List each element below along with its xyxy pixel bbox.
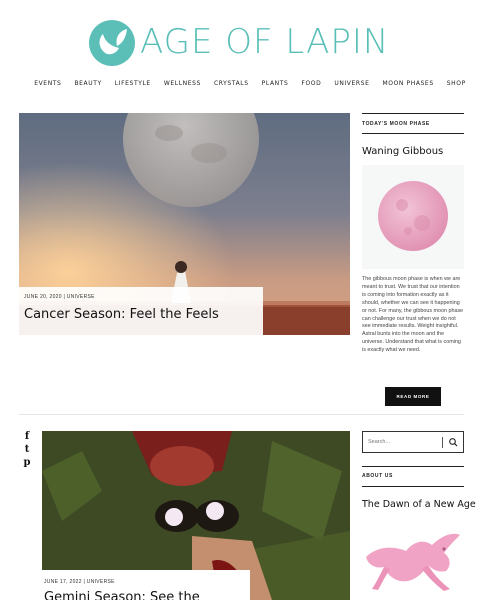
search-input[interactable] (368, 437, 438, 447)
post-card: JUNE 17, 2022 | UNIVERSE Gemini Season: … (42, 570, 250, 600)
nav-item-plants[interactable]: PLANTS (262, 80, 289, 92)
widget-divider (362, 133, 464, 134)
widget-divider (362, 466, 464, 467)
widget-divider (362, 486, 464, 487)
bunny-illustration (362, 517, 464, 593)
about-heading: ABOUT US (362, 473, 393, 479)
post-meta: JUNE 17, 2022 | UNIVERSE (44, 579, 115, 585)
main-nav: EVENTS BEAUTY LIFESTYLE WELLNESS CRYSTAL… (0, 80, 500, 92)
search-box (362, 431, 464, 453)
nav-item-wellness[interactable]: WELLNESS (164, 80, 201, 92)
site-header: AGE OF LAPIN (0, 0, 500, 72)
about-title[interactable]: The Dawn of a New Age (362, 499, 476, 510)
read-more-button[interactable]: READ MORE (385, 387, 441, 406)
facebook-icon[interactable]: f (21, 431, 33, 444)
nav-item-lifestyle[interactable]: LIFESTYLE (115, 80, 151, 92)
post-title[interactable]: Cancer Season: Feel the Feels (24, 307, 219, 322)
moon-phase-description: The gibbous moon phase is when we are me… (362, 276, 464, 354)
nav-item-food[interactable]: FOOD (301, 80, 321, 92)
tumblr-icon[interactable]: t (21, 444, 33, 457)
nav-item-events[interactable]: EVENTS (34, 80, 61, 92)
moon-phase-name: Waning Gibbous (362, 146, 444, 157)
nav-item-moon-phases[interactable]: MOON PHASES (382, 80, 433, 92)
nav-item-beauty[interactable]: BEAUTY (74, 80, 101, 92)
widget-divider (362, 113, 464, 114)
section-divider (19, 414, 464, 415)
share-bar: f t p (21, 431, 33, 470)
moon-widget-heading: TODAY'S MOON PHASE (362, 121, 430, 127)
post-meta: JUNE 20, 2020 | UNIVERSE (24, 294, 95, 300)
post-title[interactable]: Gemini Season: See the (44, 590, 200, 600)
logo-icon[interactable] (89, 20, 135, 66)
nav-item-shop[interactable]: SHOP (447, 80, 466, 92)
search-separator (442, 437, 443, 448)
search-icon[interactable] (448, 437, 459, 448)
nav-item-universe[interactable]: UNIVERSE (334, 80, 369, 92)
moon-phase-image (362, 165, 464, 269)
featured-post-card: JUNE 20, 2020 | UNIVERSE Cancer Season: … (19, 287, 263, 335)
logo-text[interactable]: AGE OF LAPIN (140, 22, 389, 62)
pinterest-icon[interactable]: p (21, 457, 33, 470)
nav-item-crystals[interactable]: CRYSTALS (214, 80, 249, 92)
